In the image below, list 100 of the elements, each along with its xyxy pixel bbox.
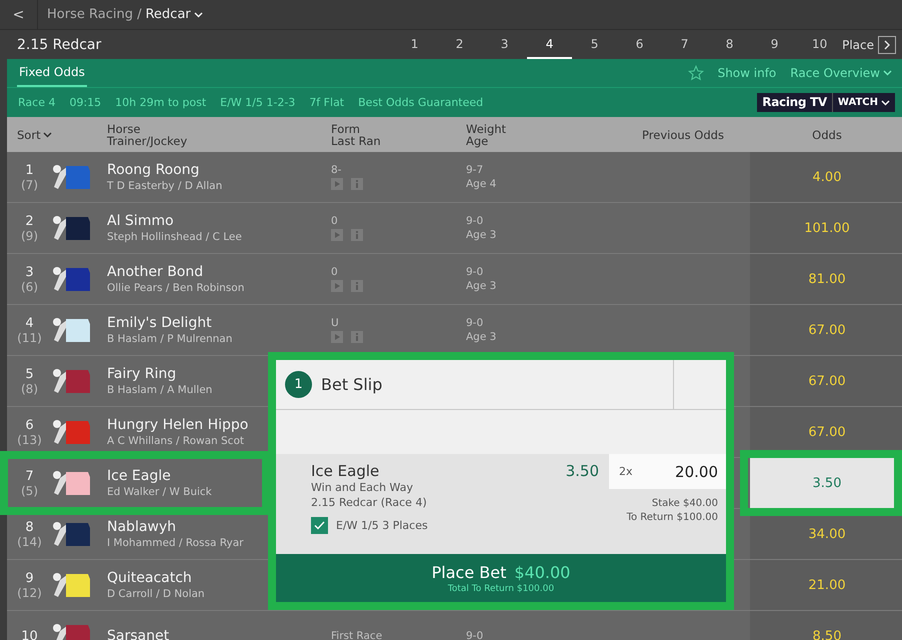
bet-type-text: Win and Each Way [311,480,414,495]
form-text: 0 [331,215,338,227]
race-tab[interactable]: 9 [752,30,798,59]
breadcrumb-text: Horse Racing / [47,7,142,22]
odds-button[interactable]: 21.00 [750,560,902,610]
age-text: Age 3 [466,229,496,241]
race-tab[interactable]: 1 [392,30,438,59]
draw-number: (8) [21,382,38,396]
runner-number: 1 [25,162,34,178]
place-bet-button[interactable]: Place Bet $40.00 Total To Return $100.00 [276,554,726,602]
race-tab[interactable]: 2 [437,30,482,59]
info-icon[interactable] [351,178,363,190]
horse-name: Fairy Ring [107,366,176,382]
jockey-silk-icon [52,316,92,344]
draw-number: (5) [21,484,38,498]
chevron-right-icon [884,40,890,50]
race-info-text: Best Odds Guaranteed [358,96,484,109]
odds-button[interactable]: 67.00 [750,305,902,355]
horse-name: Roong Roong [107,162,200,178]
draw-number: (11) [17,330,42,344]
runner-number: 5 [25,366,34,382]
runner-number: 9 [25,570,34,586]
trainer-jockey-text: B Haslam / P Mulrennan [107,333,232,345]
race-tab[interactable]: 6 [617,30,662,59]
form-text: 0 [331,266,338,278]
race-tab[interactable]: 7 [662,30,708,59]
race-tab[interactable]: 10 [797,30,842,59]
play-icon[interactable] [331,280,343,292]
info-icon[interactable] [351,280,363,292]
watch-button[interactable]: WATCH [832,93,895,112]
next-button[interactable] [878,36,896,54]
jockey-silk-icon [52,469,92,497]
horse-name: Another Bond [107,264,204,280]
info-icon[interactable] [351,229,363,241]
stake-input[interactable]: 20.00 [648,462,718,480]
jockey-silk-icon [52,163,92,191]
place-tab[interactable]: Place [842,38,878,52]
jockey-silk-icon [52,367,92,395]
trainer-jockey-text: T D Easterby / D Allan [107,180,222,192]
race-tab[interactable]: 3 [482,30,528,59]
age-text: Age 3 [466,280,496,292]
horse-name: Quiteacatch [107,570,192,586]
odds-button[interactable]: 81.00 [750,254,902,304]
play-icon[interactable] [331,229,343,241]
odds-button[interactable]: 8.50 [750,611,902,640]
odds-button[interactable]: 4.00 [750,152,902,202]
weight-text: 9-0 [466,215,484,227]
odds-button[interactable]: 67.00 [750,356,902,406]
horse-name: Hungry Helen Hippo [107,417,248,433]
play-icon[interactable] [331,331,343,343]
stake-field[interactable]: 2x 20.00 [609,454,726,489]
column-header: Previous Odds [642,128,724,140]
chevron-down-icon [194,12,203,18]
trainer-jockey-text: A C Whillans / Rowan Scot [107,435,244,447]
stake-text: Stake $40.00 [652,497,719,511]
trainer-jockey-text: I Mohammed / Rossa Ryar [107,537,244,549]
draw-number: (13) [17,432,42,446]
runner-number: 2 [25,214,34,228]
column-header: Weight Age [466,122,508,146]
race-tab[interactable]: 5 [572,30,618,59]
age-text: Age 4 [466,178,496,190]
race-info-text: 7f Flat [309,96,344,109]
runner-number: 8 [25,520,34,534]
race-tab[interactable]: 8 [707,30,752,59]
chevron-down-icon [42,132,52,138]
runner-number: 6 [25,418,34,432]
venue-dropdown[interactable]: Redcar [141,7,203,22]
race-info-text: E/W 1/5 1-2-3 [220,96,296,109]
each-way-checkbox[interactable] [311,517,328,534]
age-text: Age 3 [466,331,496,343]
sort-button[interactable]: Sort [7,128,52,142]
column-header: Form Last Ran [331,122,382,146]
racing-tv-logo: Racing TV [757,93,832,112]
runner-number: 3 [25,264,34,280]
draw-number: (7) [21,178,38,192]
runner-number: 4 [25,316,34,330]
runner-number: 10 [21,628,38,640]
trainer-jockey-text: Ed Walker / W Buick [107,486,212,498]
draw-number: (12) [17,586,42,600]
weight-text: 9-0 [466,317,484,329]
draw-number: (14) [17,534,42,548]
play-icon[interactable] [331,178,343,190]
race-title: 2.15 Redcar [17,36,102,52]
info-icon[interactable] [351,331,363,343]
star-icon[interactable] [688,65,704,81]
each-way-label: E/W 1/5 3 Places [336,519,428,532]
jockey-silk-icon [52,418,92,446]
form-text: U [331,317,339,329]
weight-text: 9-0 [466,266,484,278]
trainer-jockey-text: Steph Hollinshead / C Lee [107,231,242,243]
weight-text: 9-0 [466,630,484,640]
multiplier-text: 2x [619,465,633,478]
selection-odds: 3.50 [566,462,599,480]
odds-button[interactable]: 101.00 [750,203,902,253]
race-info-text: Race 4 [18,96,56,109]
trainer-jockey-text: Ollie Pears / Ben Robinson [107,282,244,294]
chevron-down-icon [881,100,890,106]
runner-number: 7 [25,468,34,484]
selection-name: Ice Eagle [311,462,380,480]
race-text: 2.15 Redcar (Race 4) [311,495,428,510]
